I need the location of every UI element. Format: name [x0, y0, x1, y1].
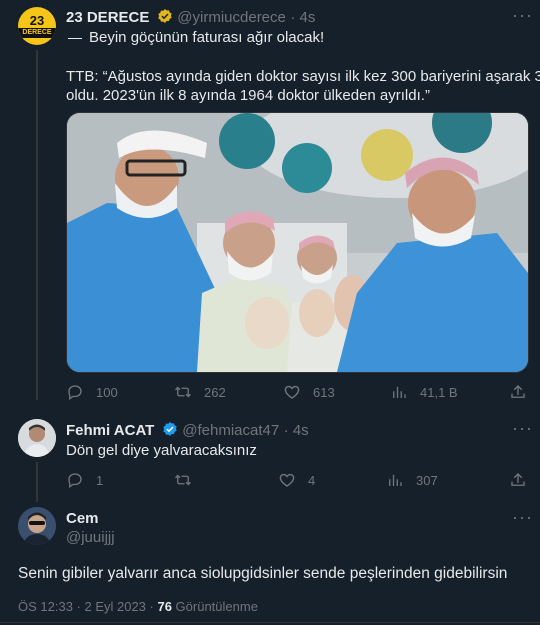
retweet-button[interactable] — [174, 471, 204, 489]
author-handle[interactable]: @fehmiacat47 — [182, 422, 279, 439]
like-count: 4 — [308, 472, 316, 488]
tweet-text: Senin gibiler yalvarır anca siolupgidsin… — [18, 565, 508, 582]
avatar-photo — [18, 419, 56, 457]
author-name[interactable]: 23 DERECE — [66, 9, 149, 26]
heart-icon — [284, 385, 300, 399]
author-handle[interactable]: @yirmiucderece — [177, 9, 286, 26]
like-button[interactable]: 4 — [278, 471, 315, 489]
author-name[interactable]: Cem — [66, 510, 99, 527]
tweet-meta: ÖS 12:33 · 2 Eyl 2023 · 76 Görüntülenme — [18, 599, 258, 614]
tweet-text-line-2: TTB: “Ağustos ayında giden doktor sayısı… — [66, 68, 540, 85]
views-count: 307 — [416, 472, 438, 488]
tweet-time[interactable]: 4s — [300, 9, 316, 26]
views-count: 41,1 B — [420, 384, 458, 400]
share-button[interactable] — [509, 383, 527, 401]
share-button[interactable] — [509, 471, 527, 489]
avatar-photo — [18, 507, 56, 545]
avatar-logo-text: 23 — [29, 13, 45, 28]
verified-badge-icon — [158, 9, 172, 23]
tweet-timestamp[interactable]: ÖS 12:33 · 2 Eyl 2023 · — [18, 599, 157, 614]
retweet-icon — [175, 386, 191, 398]
share-icon — [511, 473, 525, 486]
author-handle[interactable]: @juuijjj — [66, 529, 115, 546]
thread-line — [36, 462, 38, 502]
tweet-header: 23 DERECE @yirmiucderece · 4s — [66, 9, 316, 26]
tweet-text-line-1: Beyin göçünün faturası ağır olacak! — [89, 29, 325, 46]
reply-button[interactable]: 1 — [66, 471, 103, 489]
views-icon — [389, 474, 402, 486]
tweet-header: Fehmi ACAT @fehmiacat47 · 4s — [66, 422, 309, 439]
divider — [0, 622, 540, 623]
more-options-icon[interactable]: ··· — [512, 418, 533, 439]
more-options-icon[interactable]: ··· — [512, 507, 533, 528]
avatar[interactable] — [18, 507, 56, 545]
reply-icon — [68, 385, 82, 401]
tweet-text: Dön gel diye yalvaracaksınız — [66, 442, 257, 459]
reply-icon — [68, 473, 82, 489]
more-options-icon[interactable]: ··· — [512, 5, 533, 26]
heart-icon — [279, 473, 295, 487]
avatar[interactable] — [18, 419, 56, 457]
retweet-count: 262 — [204, 384, 226, 400]
reply-count: 100 — [96, 384, 118, 400]
reply-button[interactable]: 100 — [66, 383, 118, 401]
tweet-photo[interactable] — [66, 112, 529, 373]
share-icon — [511, 385, 525, 398]
author-name[interactable]: Fehmi ACAT — [66, 422, 154, 439]
views-button[interactable]: 307 — [386, 471, 438, 489]
dash-icon — [68, 38, 82, 39]
tweet-text-line-3: oldu. 2023'ün ilk 8 ayında 1964 doktor ü… — [66, 87, 430, 104]
avatar-logo-sub: DERECE — [22, 29, 52, 36]
views-label: Görüntülenme — [171, 599, 258, 614]
operating-room-photo — [67, 113, 528, 372]
reply-count: 1 — [96, 472, 104, 488]
verified-badge-icon — [163, 422, 177, 436]
retweet-icon — [175, 474, 191, 486]
views-icon — [393, 386, 406, 398]
views-count: 76 — [157, 599, 172, 614]
views-button[interactable]: 41,1 B — [390, 383, 458, 401]
thread-line — [36, 50, 38, 400]
retweet-button[interactable]: 262 — [174, 383, 226, 401]
tweet-time[interactable]: 4s — [293, 422, 309, 439]
avatar[interactable]: 23 DERECE — [18, 7, 56, 45]
like-button[interactable]: 613 — [283, 383, 335, 401]
like-count: 613 — [313, 384, 335, 400]
